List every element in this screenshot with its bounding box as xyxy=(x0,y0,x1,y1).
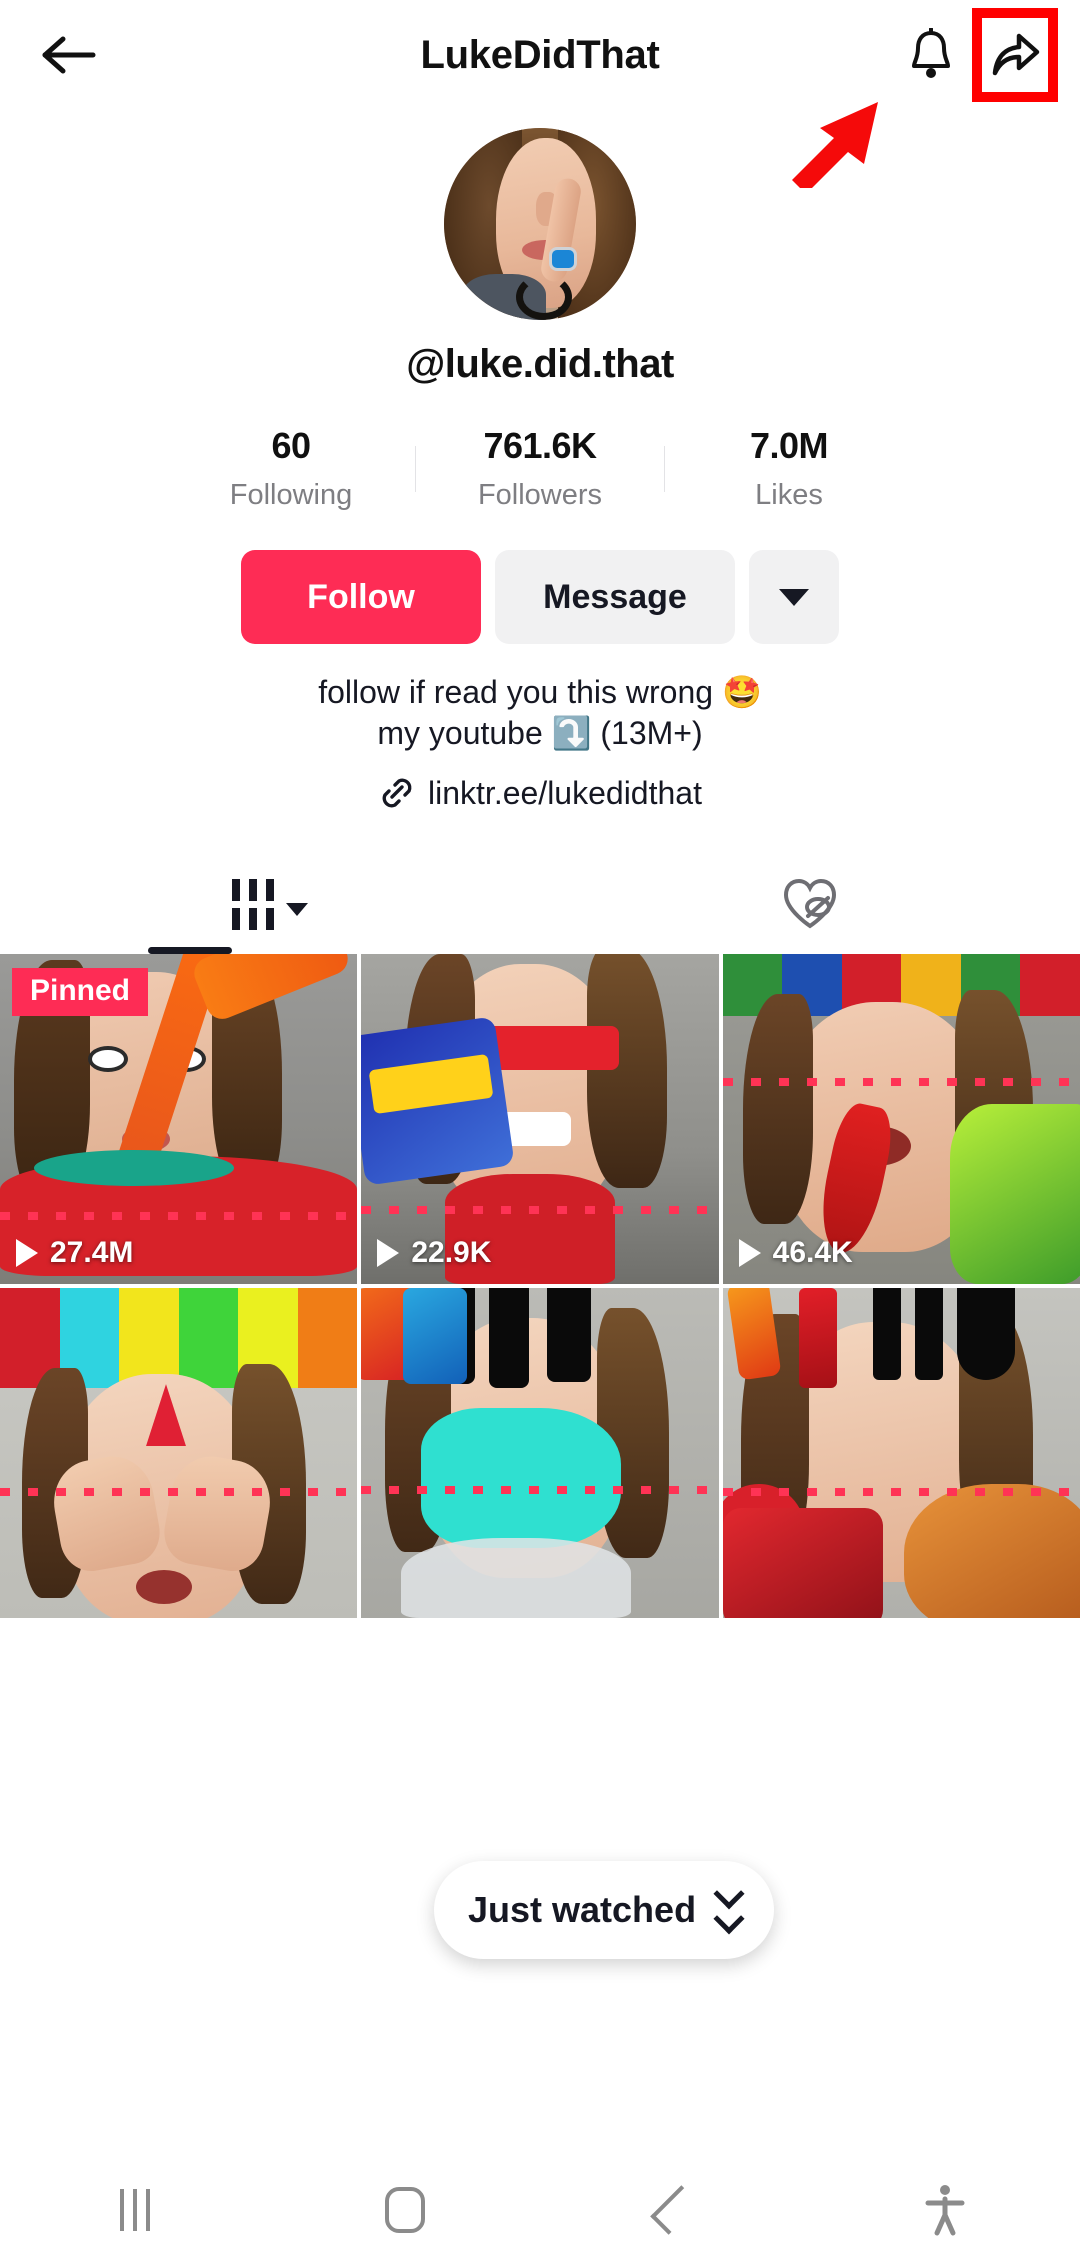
view-count: 22.9K xyxy=(377,1236,491,1270)
accessibility-button[interactable] xyxy=(810,2160,1080,2259)
bio-line-2: my youtube ⤵️ (13M+) xyxy=(377,715,703,752)
bell-icon[interactable] xyxy=(900,24,962,86)
recents-button[interactable] xyxy=(0,2160,270,2259)
stats-row: 60 Following 761.6K Followers 7.0M Likes xyxy=(0,425,1080,512)
stat-label: Likes xyxy=(755,479,823,511)
play-icon xyxy=(738,1239,761,1268)
stat-value: 7.0M xyxy=(749,425,829,466)
more-options-button[interactable] xyxy=(749,550,839,644)
play-icon xyxy=(377,1239,400,1268)
pointer-arrow-annotation xyxy=(792,102,878,188)
avatar[interactable] xyxy=(444,128,636,320)
grid-icon xyxy=(232,878,274,930)
view-count-text: 46.4K xyxy=(772,1236,853,1270)
stat-label: Following xyxy=(229,479,353,511)
stat-value: 761.6K xyxy=(483,425,597,466)
stat-followers[interactable]: 761.6K Followers xyxy=(416,425,664,512)
follow-button[interactable]: Follow xyxy=(241,550,481,644)
recents-icon xyxy=(120,2188,150,2231)
video-cell[interactable]: 22.9K xyxy=(361,954,719,1285)
stat-label: Followers xyxy=(477,479,603,511)
sidebar-item-videos[interactable] xyxy=(0,854,540,954)
home-icon xyxy=(385,2186,425,2233)
back-icon[interactable] xyxy=(34,20,104,90)
tab-liked[interactable] xyxy=(540,854,1080,954)
share-arrow-icon[interactable] xyxy=(984,24,1046,86)
just-watched-label: Just watched xyxy=(468,1889,697,1930)
just-watched-toast[interactable]: Just watched xyxy=(434,1861,775,1959)
pinned-badge: Pinned xyxy=(12,968,149,1017)
video-cell[interactable]: 46.4K xyxy=(722,954,1080,1285)
profile-handle: @luke.did.that xyxy=(406,342,674,386)
chevron-down-icon xyxy=(286,902,308,916)
bio-line-1: follow if read you this wrong 🤩 xyxy=(318,674,762,710)
view-count-text: 27.4M xyxy=(50,1236,134,1270)
play-icon xyxy=(16,1239,38,1268)
video-cell[interactable]: Pinned 27.4M xyxy=(0,954,358,1285)
view-count-text: 22.9K xyxy=(411,1236,492,1270)
video-grid: Pinned 27.4M 22.9K 46.4K xyxy=(0,954,1080,1619)
profile-tabs xyxy=(0,854,1080,955)
android-nav-bar xyxy=(0,2160,1080,2259)
active-tab-indicator xyxy=(148,947,232,955)
video-cell[interactable] xyxy=(361,1288,719,1619)
video-cell[interactable] xyxy=(722,1288,1080,1619)
message-button[interactable]: Message xyxy=(495,550,735,644)
bio-block: follow if read you this wrong 🤩 my youtu… xyxy=(0,672,1080,754)
stat-likes[interactable]: 7.0M Likes xyxy=(665,425,913,512)
heart-hidden-icon xyxy=(783,879,837,929)
chevron-down-icon xyxy=(779,588,809,606)
share-button-wrapper xyxy=(972,8,1058,102)
bio-link-text: linktr.ee/lukedidthat xyxy=(428,774,702,811)
action-buttons-row: Follow Message xyxy=(0,550,1080,644)
home-button[interactable] xyxy=(270,2160,540,2259)
stat-value: 60 xyxy=(271,425,311,466)
chevron-left-icon xyxy=(650,2184,700,2235)
view-count: 27.4M xyxy=(16,1236,133,1270)
avatar-art xyxy=(552,250,574,268)
accessibility-person-icon xyxy=(925,2184,965,2235)
link-icon xyxy=(382,778,412,808)
view-count: 46.4K xyxy=(738,1236,853,1270)
double-chevron-down-icon xyxy=(713,1877,745,1934)
header-actions xyxy=(900,8,1058,102)
video-cell[interactable] xyxy=(0,1288,358,1619)
avatar-art xyxy=(516,274,572,320)
back-button[interactable] xyxy=(540,2160,810,2259)
tiktok-profile-screen: LukeDidThat @luke.did.that 60 Following … xyxy=(0,0,1080,2259)
stat-following[interactable]: 60 Following xyxy=(167,425,415,512)
app-header: LukeDidThat xyxy=(0,0,1080,110)
bio-link-row[interactable]: linktr.ee/lukedidthat xyxy=(0,774,1080,812)
